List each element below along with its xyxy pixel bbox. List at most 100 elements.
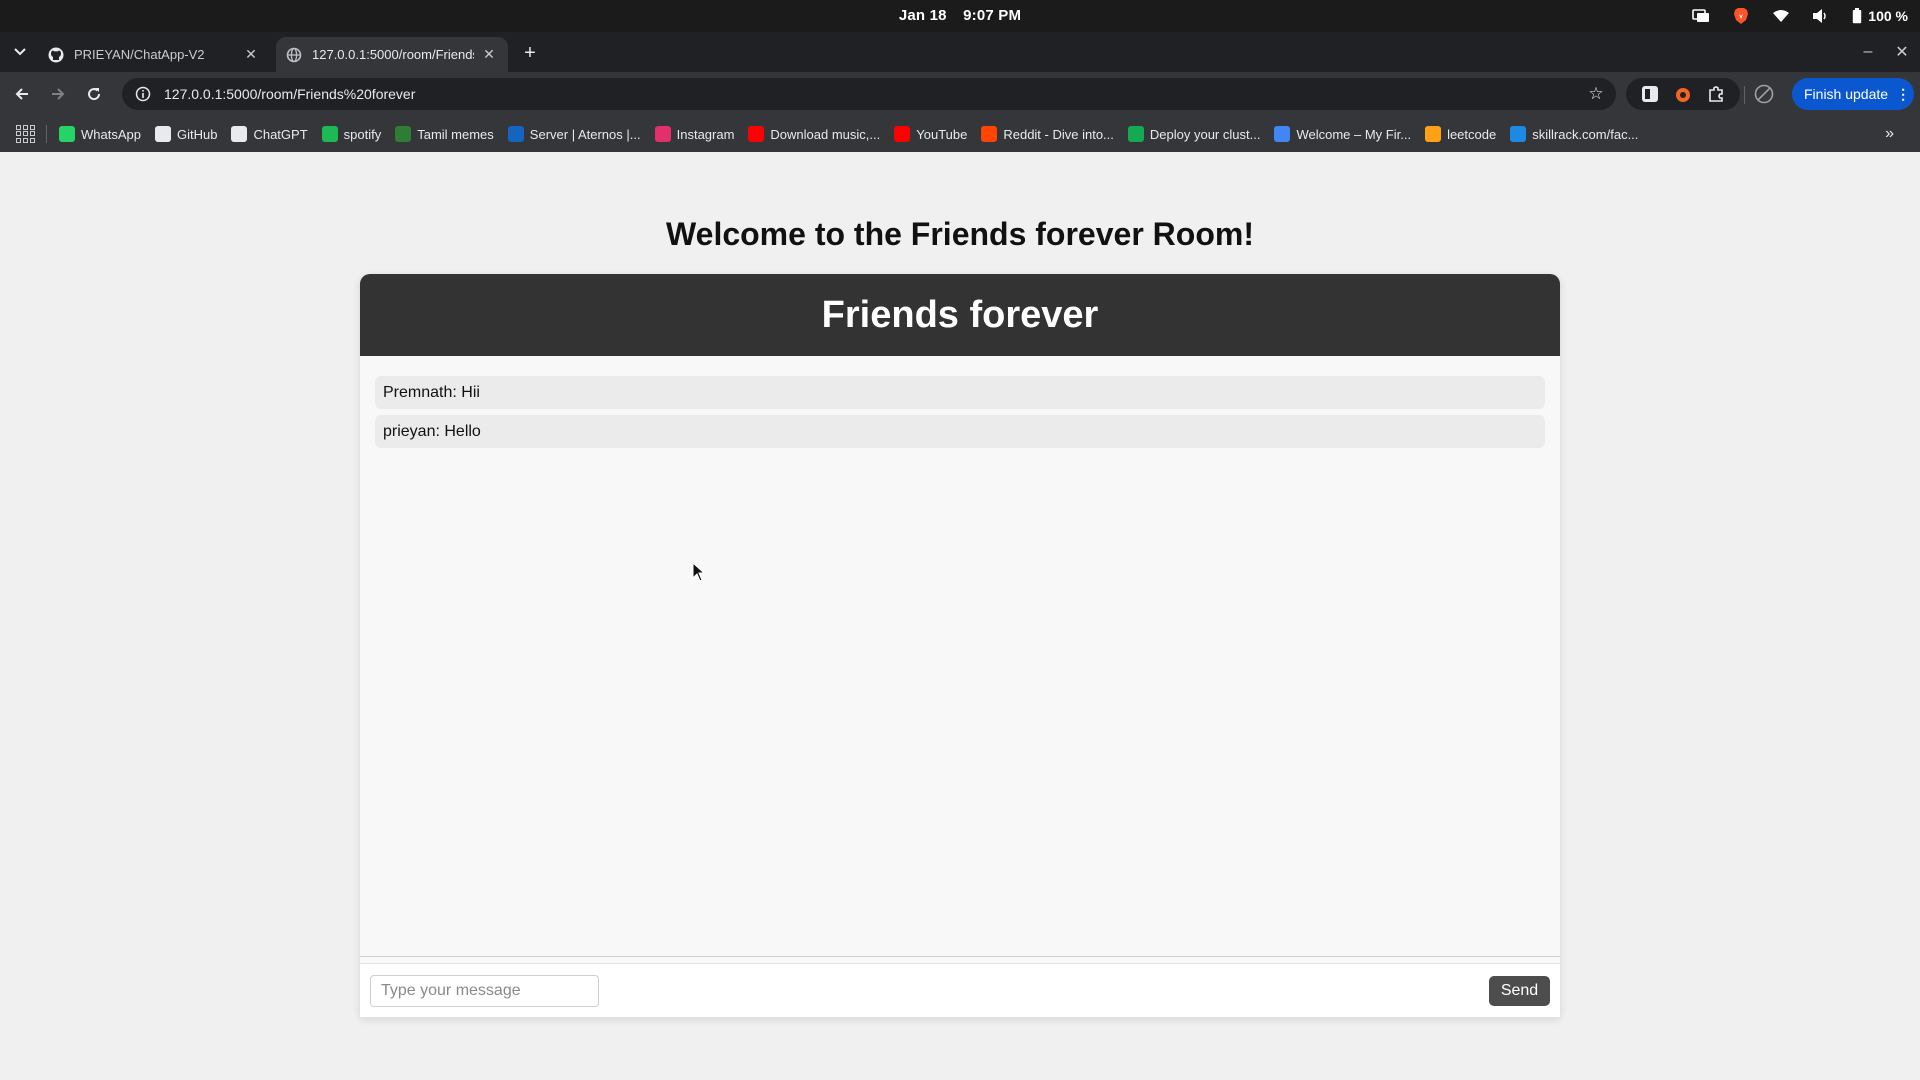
bookmark-star-icon[interactable]: ☆ bbox=[1584, 82, 1608, 106]
mongodb-icon bbox=[1127, 126, 1144, 142]
tab-search-button[interactable] bbox=[8, 40, 32, 64]
screen-share-icon[interactable] bbox=[1692, 7, 1710, 25]
close-icon[interactable]: ✕ bbox=[242, 46, 260, 64]
bookmark-label: Instagram bbox=[676, 126, 735, 142]
reload-icon bbox=[88, 88, 101, 101]
chat-message: prieyan: Hello bbox=[375, 415, 1545, 448]
bookmark-label: Deploy your clust... bbox=[1149, 126, 1261, 142]
bookmark-label: Welcome – My Fir... bbox=[1296, 126, 1412, 142]
os-top-bar: Jan 18 9:07 PM 100 % bbox=[0, 0, 1920, 32]
forward-button[interactable] bbox=[46, 82, 70, 106]
address-bar[interactable]: 127.0.0.1:5000/room/Friends%20forever ☆ bbox=[122, 78, 1616, 110]
reddit-icon bbox=[981, 126, 998, 142]
bookmark-item[interactable]: Welcome – My Fir... bbox=[1274, 126, 1411, 142]
arrow-left-icon bbox=[15, 88, 28, 100]
extensions-group bbox=[1626, 78, 1740, 110]
bookmark-item[interactable]: skillrack.com/fac... bbox=[1510, 126, 1638, 142]
close-icon[interactable]: ✕ bbox=[480, 46, 498, 64]
chatgpt-icon bbox=[231, 126, 248, 142]
close-window-icon[interactable]: ✕ bbox=[1890, 40, 1914, 64]
wifi-icon[interactable] bbox=[1772, 7, 1790, 25]
bookmark-item[interactable]: Reddit - Dive into... bbox=[981, 126, 1114, 142]
youtube-icon bbox=[748, 126, 765, 142]
browser-tab-strip: PRIEYAN/ChatApp-V2 ✕ 127.0.0.1:5000/room… bbox=[0, 32, 1920, 72]
toolbar-divider bbox=[1744, 86, 1745, 104]
youtube-icon bbox=[894, 126, 911, 142]
os-clock[interactable]: Jan 18 9:07 PM bbox=[0, 0, 1920, 32]
finish-update-label: Finish update bbox=[1804, 86, 1889, 102]
new-tab-button[interactable]: + bbox=[518, 41, 542, 65]
bookmark-label: ChatGPT bbox=[253, 126, 308, 142]
reload-button[interactable] bbox=[82, 82, 106, 106]
extension-icon[interactable] bbox=[1640, 84, 1660, 104]
message-input[interactable] bbox=[370, 975, 599, 1007]
chat-container: Friends forever Premnath: Hii prieyan: H… bbox=[360, 274, 1560, 1017]
bookmark-item[interactable]: YouTube bbox=[894, 126, 967, 142]
send-button[interactable]: Send bbox=[1489, 976, 1550, 1006]
browser-toolbar: 127.0.0.1:5000/room/Friends%20forever ☆ … bbox=[0, 72, 1920, 116]
extension-icon[interactable] bbox=[1673, 84, 1693, 104]
volume-icon[interactable] bbox=[1812, 7, 1830, 25]
bookmarks-bar: WhatsApp GitHub ChatGPT spotify Tamil memes S… bbox=[0, 116, 1920, 152]
bookmark-item[interactable]: Tamil memes bbox=[395, 126, 494, 142]
skillrack-icon bbox=[1510, 126, 1527, 142]
page-viewport: Welcome to the Friends forever Room! Fri… bbox=[0, 152, 1920, 1080]
chat-message: Premnath: Hii bbox=[375, 376, 1545, 409]
bookmark-item[interactable]: Server | Aternos |... bbox=[507, 126, 641, 142]
os-date: Jan 18 bbox=[898, 7, 947, 24]
minimize-icon[interactable]: – bbox=[1856, 40, 1880, 64]
apps-grid-icon[interactable] bbox=[16, 125, 35, 143]
bookmark-label: Tamil memes bbox=[417, 126, 494, 142]
leetcode-icon bbox=[1425, 126, 1442, 142]
bookmark-label: WhatsApp bbox=[81, 126, 141, 142]
bookmark-item[interactable]: GitHub bbox=[154, 126, 218, 142]
tamil-memes-icon bbox=[395, 126, 412, 142]
chat-divider bbox=[360, 956, 1560, 957]
bookmark-label: Reddit - Dive into... bbox=[1003, 126, 1114, 142]
bookmark-list: WhatsApp GitHub ChatGPT spotify Tamil memes S… bbox=[59, 126, 1652, 142]
bookmark-label: YouTube bbox=[916, 126, 968, 142]
browser-tab[interactable]: PRIEYAN/ChatApp-V2 ✕ bbox=[38, 37, 270, 72]
battery-icon bbox=[1853, 8, 1862, 24]
spotify-icon bbox=[321, 126, 338, 142]
system-tray: 100 % bbox=[1692, 0, 1908, 32]
aternos-icon bbox=[507, 126, 524, 142]
room-title: Friends forever bbox=[360, 274, 1560, 356]
github-icon bbox=[48, 47, 64, 63]
double-chevron-right-icon[interactable]: » bbox=[1885, 125, 1894, 143]
bookmark-label: Server | Aternos |... bbox=[529, 126, 641, 142]
bookmark-item[interactable]: leetcode bbox=[1425, 126, 1496, 142]
tab-title: 127.0.0.1:5000/room/Friends bbox=[312, 47, 474, 62]
globe-icon bbox=[286, 47, 302, 63]
mouse-cursor-icon bbox=[692, 562, 706, 582]
bookmark-label: GitHub bbox=[176, 126, 218, 142]
bookmark-label: skillrack.com/fac... bbox=[1532, 126, 1639, 142]
brave-icon[interactable] bbox=[1732, 7, 1750, 25]
bookmark-item[interactable]: Instagram bbox=[654, 126, 735, 142]
browser-tab-active[interactable]: 127.0.0.1:5000/room/Friends ✕ bbox=[276, 37, 508, 72]
profile-icon[interactable] bbox=[1752, 82, 1776, 106]
bookmark-label: spotify bbox=[343, 126, 382, 142]
message-input-row: Send bbox=[360, 964, 1560, 1017]
battery-indicator[interactable]: 100 % bbox=[1852, 8, 1908, 24]
tab-title: PRIEYAN/ChatApp-V2 bbox=[74, 47, 205, 62]
bookmark-label: leetcode bbox=[1447, 126, 1497, 142]
back-button[interactable] bbox=[10, 82, 34, 106]
finish-update-button[interactable]: Finish update ⋮ bbox=[1792, 78, 1914, 110]
bookmark-item[interactable]: WhatsApp bbox=[59, 126, 141, 142]
puzzle-icon[interactable] bbox=[1706, 84, 1726, 104]
site-info-icon[interactable] bbox=[134, 85, 152, 103]
os-time: 9:07 PM bbox=[963, 7, 1022, 24]
bookmark-item[interactable]: Deploy your clust... bbox=[1127, 126, 1261, 142]
chevron-down-icon bbox=[14, 48, 26, 56]
welcome-heading: Welcome to the Friends forever Room! bbox=[666, 216, 1254, 252]
battery-percentage: 100 % bbox=[1868, 8, 1908, 24]
message-list: Premnath: Hii prieyan: Hello bbox=[375, 376, 1545, 454]
google-cloud-icon bbox=[1274, 126, 1291, 142]
url-text: 127.0.0.1:5000/room/Friends%20forever bbox=[164, 86, 416, 102]
bookmark-item[interactable]: Download music,... bbox=[748, 126, 880, 142]
kebab-menu-icon: ⋮ bbox=[1896, 85, 1911, 102]
bookmark-item[interactable]: spotify bbox=[321, 126, 382, 142]
bookmark-item[interactable]: ChatGPT bbox=[231, 126, 308, 142]
whatsapp-icon bbox=[59, 126, 75, 142]
